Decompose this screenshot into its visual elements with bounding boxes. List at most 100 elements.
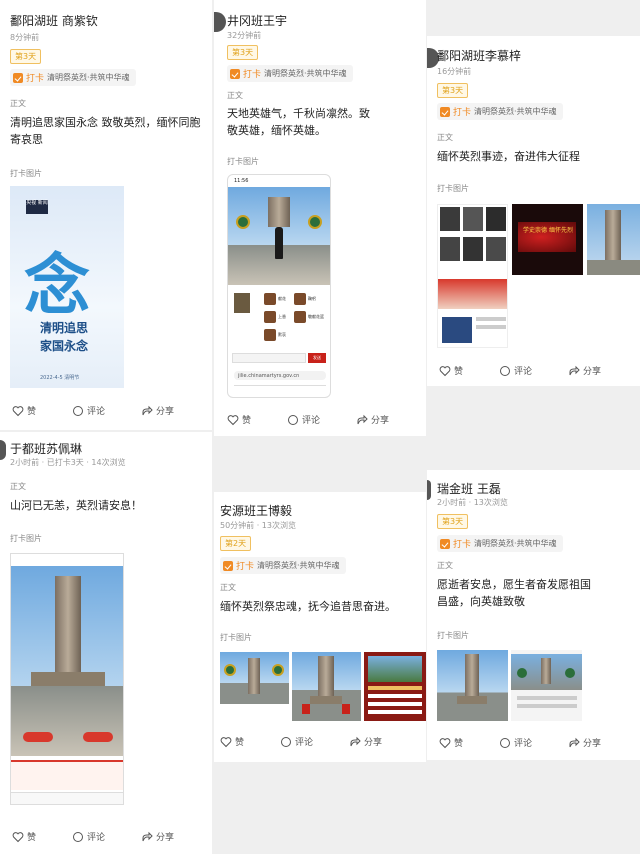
comment-label: 评论 xyxy=(295,738,314,748)
checkin-icon xyxy=(440,538,450,549)
like-button[interactable]: 赞 xyxy=(220,735,244,748)
poster-line-1: 清明追思 xyxy=(40,321,89,335)
post-content: 缅怀英烈祭忠魂，抚今追昔思奋进。 xyxy=(220,600,396,613)
post-content: 愿逝者安息，愿生者奋发愿祖国昌盛，向英雄致敬 xyxy=(437,578,591,608)
post-card-4: 于都班苏佩琳 2小时前 · 已打卡3天 · 14次浏览 正文 山河已无恙，英烈请… xyxy=(0,432,212,854)
share-icon xyxy=(357,414,368,424)
comment-label: 评论 xyxy=(514,739,533,749)
comment-label: 评论 xyxy=(87,407,106,417)
post-meta: 2小时前 · 13次浏览 xyxy=(437,498,508,507)
checkin-image-3[interactable] xyxy=(587,204,640,275)
poster-big-char: 念 xyxy=(24,246,90,324)
day-badge: 第3天 xyxy=(10,49,42,64)
checkin-tag[interactable]: 打卡 清明祭英烈·共筑中华魂 xyxy=(220,557,346,574)
checkin-label: 打卡 xyxy=(453,540,472,550)
comment-icon xyxy=(288,414,299,425)
share-label: 分享 xyxy=(364,738,383,748)
checkin-image-1[interactable] xyxy=(437,650,508,721)
comment-button[interactable]: 评论 xyxy=(72,830,105,843)
post-meta: 16分钟前 xyxy=(437,67,472,76)
checkin-image[interactable]: 央视 新闻 念 清明追思 家国永念 2022-4-5 清明节 xyxy=(10,186,124,388)
checkin-topic: 清明祭英烈·共筑中华魂 xyxy=(257,561,340,570)
share-label: 分享 xyxy=(583,739,602,749)
post-content: 缅怀英烈事迹，奋进伟大征程 xyxy=(437,150,580,163)
checkin-image-2[interactable]: 学史崇德 缅怀先烈 xyxy=(512,204,583,275)
image-section-label: 打卡图片 xyxy=(437,631,469,640)
checkin-image-1[interactable] xyxy=(437,204,508,348)
like-label: 赞 xyxy=(242,416,252,426)
author-name[interactable]: 于都班苏佩琳 xyxy=(10,440,82,457)
avatar[interactable] xyxy=(427,480,431,500)
avatar[interactable] xyxy=(214,12,226,32)
checkin-tag[interactable]: 打卡 清明祭英烈·共筑中华魂 xyxy=(437,103,563,120)
share-button[interactable]: 分享 xyxy=(141,830,174,843)
day-badge: 第2天 xyxy=(220,536,252,551)
comment-button[interactable]: 评论 xyxy=(499,736,532,749)
image-section-label: 打卡图片 xyxy=(227,157,259,166)
share-button[interactable]: 分享 xyxy=(141,404,174,417)
share-icon xyxy=(142,405,153,415)
checkin-icon xyxy=(230,68,240,79)
comment-button[interactable]: 评论 xyxy=(499,364,532,377)
checkin-image-2[interactable] xyxy=(511,650,582,721)
author-name[interactable]: 瑞金班 王磊 xyxy=(437,480,501,497)
like-label: 赞 xyxy=(27,833,37,843)
post-card-1: 鄱阳湖班 商紫钦 8分钟前 第3天 打卡 清明祭英烈·共筑中华魂 正文 清明追思… xyxy=(0,0,212,430)
checkin-tag[interactable]: 打卡 清明祭英烈·共筑中华魂 xyxy=(437,535,563,552)
poster-line-2: 家国永念 xyxy=(40,339,89,353)
post-actions: 赞 评论 分享 xyxy=(12,404,210,417)
text-section-label: 正文 xyxy=(220,583,236,592)
author-name[interactable]: 鄱阳湖班 商紫钦 xyxy=(10,12,98,29)
checkin-tag[interactable]: 打卡 清明祭英烈·共筑中华魂 xyxy=(10,69,136,86)
like-button[interactable]: 赞 xyxy=(227,413,251,426)
checkin-image-3[interactable] xyxy=(364,652,426,721)
day-badge: 第3天 xyxy=(227,45,259,60)
checkin-image[interactable] xyxy=(10,553,124,805)
post-meta: 2小时前 · 已打卡3天 · 14次浏览 xyxy=(10,458,126,467)
share-icon xyxy=(350,736,361,746)
url-bar[interactable]: jilie.chinamartyrs.gov.cn xyxy=(234,371,326,380)
like-label: 赞 xyxy=(454,739,464,749)
share-icon xyxy=(142,831,153,841)
share-label: 分享 xyxy=(371,416,390,426)
comment-icon xyxy=(73,831,84,842)
poster-date: 2022-4-5 清明节 xyxy=(40,375,80,381)
comment-label: 评论 xyxy=(514,367,533,377)
share-button[interactable]: 分享 xyxy=(568,364,601,377)
text-section-label: 正文 xyxy=(10,99,26,108)
post-content: 天地英雄气，千秋尚凛然。致敬英雄，缅怀英雄。 xyxy=(227,107,370,137)
avatar[interactable] xyxy=(0,440,6,460)
checkin-image[interactable]: 11:56 献花 鞠躬 上香 敬献花篮 默哀 发送 jilie.chinamar… xyxy=(227,174,331,398)
comment-button[interactable]: 评论 xyxy=(72,404,105,417)
comment-button[interactable]: 评论 xyxy=(280,735,313,748)
like-button[interactable]: 赞 xyxy=(439,364,463,377)
post-actions: 赞 评论 分享 xyxy=(12,830,210,843)
heart-icon xyxy=(12,405,24,416)
send-button[interactable]: 发送 xyxy=(308,353,326,363)
author-name[interactable]: 鄱阳湖班李慕梓 xyxy=(437,47,521,64)
post-actions: 赞 评论 分享 xyxy=(220,735,418,748)
comment-icon xyxy=(281,736,292,747)
share-button[interactable]: 分享 xyxy=(356,413,389,426)
comment-icon xyxy=(500,737,511,748)
checkin-tag[interactable]: 打卡 清明祭英烈·共筑中华魂 xyxy=(227,65,353,82)
like-button[interactable]: 赞 xyxy=(439,736,463,749)
comment-label: 评论 xyxy=(302,416,321,426)
author-name[interactable]: 安源班王博毅 xyxy=(220,502,292,519)
share-label: 分享 xyxy=(583,367,602,377)
share-button[interactable]: 分享 xyxy=(349,735,382,748)
like-button[interactable]: 赞 xyxy=(12,404,36,417)
image-section-label: 打卡图片 xyxy=(10,534,42,543)
checkin-image-1[interactable] xyxy=(220,652,289,721)
share-label: 分享 xyxy=(156,833,175,843)
checkin-topic: 清明祭英烈·共筑中华魂 xyxy=(47,73,130,82)
checkin-label: 打卡 xyxy=(236,562,255,572)
comment-button[interactable]: 评论 xyxy=(287,413,320,426)
like-button[interactable]: 赞 xyxy=(12,830,36,843)
share-button[interactable]: 分享 xyxy=(568,736,601,749)
post-actions: 赞 评论 分享 xyxy=(227,413,425,426)
checkin-image-2[interactable] xyxy=(292,652,361,721)
person-figure xyxy=(275,227,283,259)
author-name[interactable]: 井冈班王宇 xyxy=(227,12,287,29)
checkin-topic: 清明祭英烈·共筑中华魂 xyxy=(474,539,557,548)
